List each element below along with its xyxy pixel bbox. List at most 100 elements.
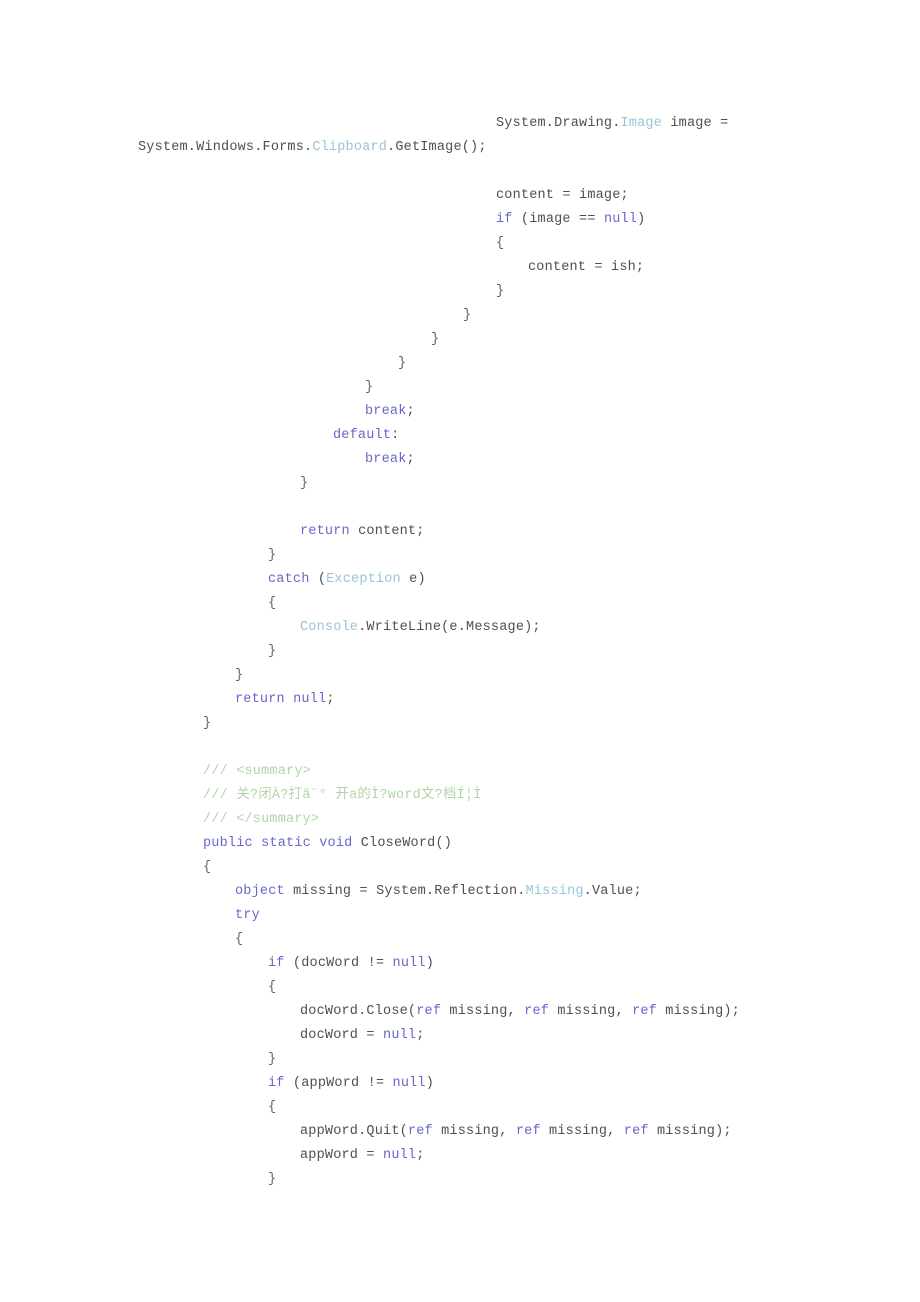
code-token-punctuation: }: [365, 380, 374, 395]
code-line: content = ish;: [0, 256, 920, 280]
code-token-keyword: ref: [407, 1124, 433, 1139]
code-token-plain: missing,: [549, 1004, 633, 1019]
code-line: try: [0, 904, 920, 928]
code-token-type: Missing: [525, 884, 584, 899]
code-token-plain: content = image;: [496, 188, 629, 203]
code-token-punctuation: }: [300, 476, 309, 491]
code-line: appWord = null;: [0, 1144, 920, 1168]
code-line: }: [0, 376, 920, 400]
code-token-plain: ): [637, 212, 646, 227]
code-line: }: [0, 352, 920, 376]
code-token-keyword: null: [293, 692, 327, 707]
code-token-plain: .Value;: [583, 884, 642, 899]
code-token-type: Clipboard: [312, 140, 388, 155]
code-line: }: [0, 304, 920, 328]
code-token-type: Exception: [326, 572, 401, 587]
code-token-keyword: break: [365, 452, 407, 467]
code-line: }: [0, 1168, 920, 1192]
code-line: System.Drawing.Image image =: [0, 112, 920, 136]
code-line: public static void CloseWord(): [0, 832, 920, 856]
code-line: return content;: [0, 520, 920, 544]
code-token-plain: ;: [326, 692, 335, 707]
code-line: appWord.Quit(ref missing, ref missing, r…: [0, 1120, 920, 1144]
code-token-plain: (docWord !=: [284, 956, 393, 971]
code-line: docWord = null;: [0, 1024, 920, 1048]
code-token-keyword: return: [235, 692, 285, 707]
code-line: }: [0, 328, 920, 352]
code-token-punctuation: {: [235, 932, 244, 947]
code-line: /// </summary>: [0, 808, 920, 832]
code-line: }: [0, 712, 920, 736]
code-token-punctuation: }: [268, 548, 277, 563]
code-token-punctuation: }: [235, 668, 244, 683]
code-listing: System.Drawing.Image image = System.Windo…: [0, 112, 920, 1192]
code-line: if (docWord != null): [0, 952, 920, 976]
code-token-keyword: catch: [268, 572, 310, 587]
code-token-plain: (image ==: [512, 212, 604, 227]
code-token-keyword: null: [392, 956, 426, 971]
code-token-keyword: null: [392, 1076, 426, 1091]
code-line: /// <summary>: [0, 760, 920, 784]
code-token-type: Console: [300, 620, 359, 635]
code-token-keyword: object: [235, 884, 285, 899]
code-line: object missing = System.Reflection.Missi…: [0, 880, 920, 904]
code-token-keyword: ref: [515, 1124, 541, 1139]
code-token-keyword: null: [383, 1148, 417, 1163]
code-token-keyword: ref: [623, 1124, 649, 1139]
code-token-plain: docWord.Close(: [300, 1004, 417, 1019]
code-token-plain: (appWord !=: [284, 1076, 393, 1091]
code-token-plain: missing);: [648, 1124, 732, 1139]
code-token-keyword: if: [268, 956, 285, 971]
code-token-plain: ): [425, 956, 435, 971]
code-token-plain: missing,: [441, 1004, 525, 1019]
code-token-keyword: break: [365, 404, 407, 419]
code-token-keyword: default: [333, 428, 392, 443]
code-token-plain: ;: [406, 452, 415, 467]
code-token-plain: ;: [406, 404, 415, 419]
code-token-keyword: return: [300, 524, 350, 539]
code-line: {: [0, 592, 920, 616]
document-page: System.Drawing.Image image = System.Windo…: [0, 0, 920, 1302]
code-token-punctuation: }: [268, 1172, 277, 1187]
code-line: {: [0, 856, 920, 880]
code-token-keyword: null: [383, 1028, 417, 1043]
code-line: return null;: [0, 688, 920, 712]
code-line: System.Windows.Forms.Clipboard.GetImage(…: [0, 136, 920, 160]
code-line: content = image;: [0, 184, 920, 208]
code-token-plain: ;: [416, 1028, 425, 1043]
code-line: }: [0, 544, 920, 568]
code-token-plain: missing,: [432, 1124, 516, 1139]
code-line: }: [0, 472, 920, 496]
code-token-comment: /// <summary>: [203, 764, 311, 779]
code-token-plain: System.Windows.Forms.: [138, 140, 313, 155]
code-token-plain: .GetImage();: [387, 140, 487, 155]
code-token-punctuation: {: [268, 980, 277, 995]
code-token-plain: (: [309, 572, 327, 587]
code-token-comment: /// 关?闭À?打ä¨° 开a的Ì?word文?档Í¦Ì: [203, 788, 482, 803]
code-token-plain: content;: [349, 524, 425, 539]
code-token-punctuation: }: [398, 356, 407, 371]
code-token-keyword: try: [235, 908, 260, 923]
code-token-plain: :: [391, 428, 400, 443]
code-token-plain: image =: [662, 116, 729, 131]
code-token-plain: e): [400, 572, 426, 587]
code-token-punctuation: {: [496, 236, 505, 251]
code-line: /// 关?闭À?打ä¨° 开a的Ì?word文?档Í¦Ì: [0, 784, 920, 808]
code-line: default:: [0, 424, 920, 448]
code-line: break;: [0, 448, 920, 472]
code-line: if (appWord != null): [0, 1072, 920, 1096]
code-line: {: [0, 1096, 920, 1120]
code-token-punctuation: }: [268, 1052, 277, 1067]
code-line: Console.WriteLine(e.Message);: [0, 616, 920, 640]
code-line: {: [0, 976, 920, 1000]
code-line: if (image == null): [0, 208, 920, 232]
code-line: break;: [0, 400, 920, 424]
code-token-punctuation: }: [268, 644, 277, 659]
code-token-keyword: if: [496, 212, 513, 227]
code-line: {: [0, 928, 920, 952]
code-token-keyword: if: [268, 1076, 285, 1091]
code-token-punctuation: {: [203, 860, 212, 875]
